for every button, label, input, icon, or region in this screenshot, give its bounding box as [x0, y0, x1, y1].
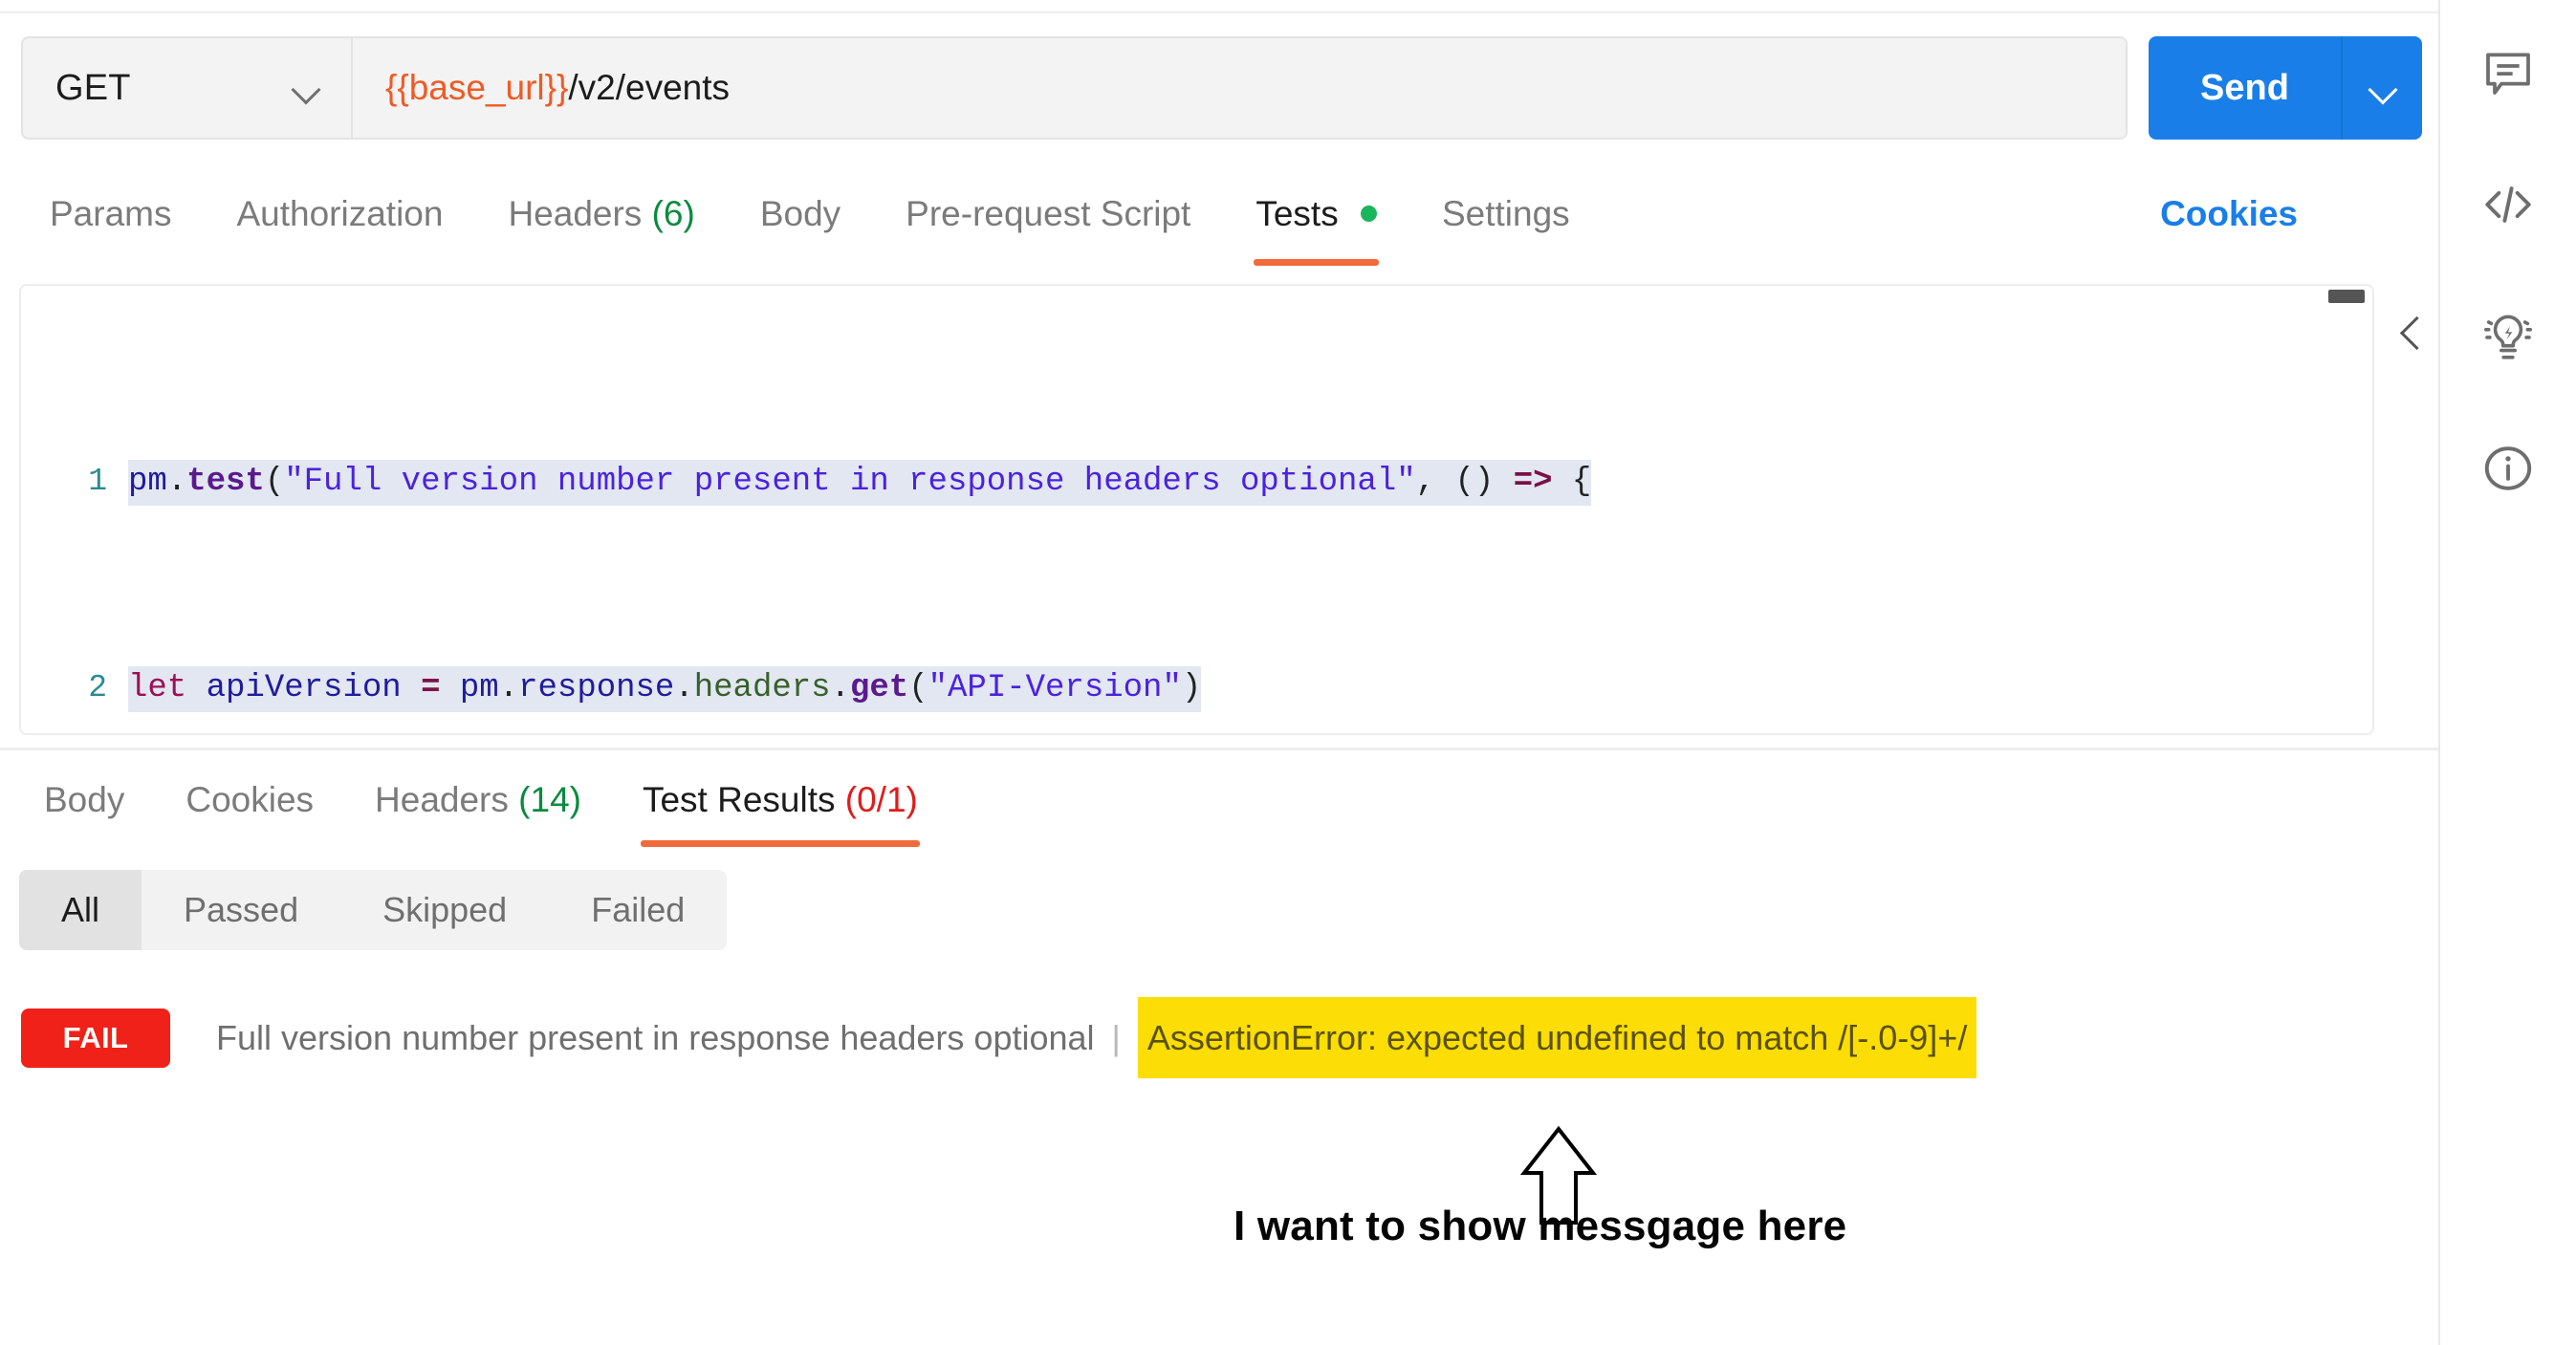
cookies-link[interactable]: Cookies	[2160, 194, 2298, 234]
chevron-down-icon	[292, 74, 320, 102]
active-tab-underline	[1254, 259, 1379, 266]
response-tab-headers[interactable]: Headers (14)	[344, 765, 612, 820]
collapse-panel-chevron-left-icon[interactable]	[2393, 315, 2432, 354]
code-line: 1 pm.test("Full version number present i…	[21, 456, 2372, 508]
response-tab-test-results[interactable]: Test Results (0/1)	[612, 765, 949, 847]
annotation-text: I want to show messgage here	[1233, 1203, 1847, 1249]
tab-label: Pre-request Script	[906, 194, 1191, 233]
send-button[interactable]: Send	[2149, 36, 2341, 140]
http-method-label: GET	[55, 67, 131, 108]
tab-label: Params	[50, 194, 172, 233]
tab-label: Headers	[508, 194, 643, 233]
tab-label: Settings	[1441, 194, 1570, 233]
response-tablist: Body Cookies Headers (14) Test Results (…	[13, 765, 949, 847]
tab-settings[interactable]: Settings	[1409, 177, 1603, 234]
test-name-label: Full version number present in response …	[216, 1018, 1095, 1057]
filter-passed[interactable]: Passed	[142, 870, 340, 950]
code-icon[interactable]	[2479, 176, 2537, 233]
tab-headers[interactable]: Headers (6)	[475, 177, 727, 234]
tab-label: Tests	[1255, 194, 1339, 233]
url-path: /v2/events	[568, 68, 731, 107]
code-line-text: pm.test("Full version number present in …	[128, 456, 1592, 508]
line-number: 2	[88, 670, 107, 705]
status-badge: FAIL	[21, 1009, 170, 1068]
active-tab-underline	[640, 840, 920, 847]
send-options-button[interactable]	[2343, 36, 2422, 140]
response-tab-label: Body	[44, 780, 125, 819]
assertion-error-message: AssertionError: expected undefined to ma…	[1137, 997, 1977, 1078]
code-line: 2 let apiVersion = pm.response.headers.g…	[21, 662, 2372, 714]
response-tab-count: (14)	[518, 780, 581, 819]
comment-icon[interactable]	[2479, 44, 2537, 101]
response-tab-label: Cookies	[186, 780, 315, 819]
response-tab-label: Test Results	[642, 780, 836, 819]
method-url-group: GET {{base_url}}/v2/events	[21, 36, 2128, 140]
tab-label: Body	[759, 194, 841, 233]
response-tabs: Body Cookies Headers (14) Test Results (…	[0, 765, 2439, 870]
top-divider	[0, 11, 2439, 13]
filter-skipped[interactable]: Skipped	[340, 870, 549, 950]
tab-tests[interactable]: Tests	[1223, 177, 1409, 266]
filter-failed[interactable]: Failed	[549, 870, 727, 950]
tab-label: Authorization	[236, 194, 444, 233]
code-content[interactable]: 1 pm.test("Full version number present i…	[21, 301, 2372, 733]
filter-all[interactable]: All	[19, 870, 142, 950]
send-button-group: Send	[2149, 36, 2422, 140]
line-number: 1	[88, 464, 107, 499]
postman-request-response-view: GET {{base_url}}/v2/events Send Params A…	[0, 0, 2576, 1345]
tests-active-dot-icon	[1360, 205, 1377, 222]
tab-authorization[interactable]: Authorization	[204, 177, 475, 234]
response-tab-cookies[interactable]: Cookies	[155, 765, 344, 820]
tab-count: (6)	[651, 194, 695, 233]
test-separator: |	[1111, 1018, 1121, 1057]
request-tablist: Params Authorization Headers (6) Body Pr…	[27, 177, 1603, 266]
lightbulb-icon[interactable]	[2479, 308, 2537, 365]
request-tabs: Params Authorization Headers (6) Body Pr…	[0, 177, 2439, 282]
http-method-selector[interactable]: GET	[23, 38, 353, 138]
url-variable: {{base_url}}	[385, 68, 569, 107]
response-tab-label: Headers	[375, 780, 509, 819]
test-result-filters: All Passed Skipped Failed	[19, 870, 728, 950]
response-divider	[0, 748, 2439, 750]
response-tab-body[interactable]: Body	[13, 765, 155, 820]
tab-pre-request-script[interactable]: Pre-request Script	[873, 177, 1223, 234]
url-input[interactable]: {{base_url}}/v2/events	[353, 38, 2126, 138]
tests-code-editor[interactable]: 1 pm.test("Full version number present i…	[19, 284, 2374, 735]
url-bar: GET {{base_url}}/v2/events Send	[21, 36, 2422, 140]
tab-params[interactable]: Params	[27, 177, 204, 234]
test-result-row: FAIL Full version number present in resp…	[21, 997, 1977, 1078]
info-icon[interactable]	[2479, 440, 2537, 497]
chevron-down-icon	[2369, 74, 2397, 102]
tab-body[interactable]: Body	[728, 177, 873, 234]
response-tab-count: (0/1)	[844, 780, 918, 819]
right-sidebar	[2440, 0, 2576, 1345]
test-result-text: Full version number present in response …	[216, 997, 1977, 1078]
code-line-text: let apiVersion = pm.response.headers.get…	[128, 662, 1202, 714]
